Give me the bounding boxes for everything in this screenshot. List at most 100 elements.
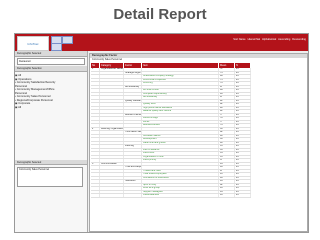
table-cell: [124, 173, 142, 176]
table-cell: 24: [235, 78, 251, 81]
table-cell: [124, 183, 142, 186]
table-cell: 24: [235, 159, 251, 162]
demographic-header: Demographic Selected: [15, 51, 87, 57]
table-cell: 54: [219, 152, 235, 155]
table-cell: 24: [235, 110, 251, 113]
table-cell: 56: [219, 148, 235, 151]
table-cell: 24: [235, 89, 251, 92]
table-cell: [124, 159, 142, 162]
table-cell: [100, 78, 124, 81]
table-cell: [100, 131, 124, 134]
table-cell: 76: [219, 124, 235, 127]
table-cell: [124, 134, 142, 137]
table-cell: [100, 169, 124, 172]
table-cell: [100, 120, 124, 123]
table-cell: [124, 169, 142, 172]
table-cell: [91, 183, 100, 186]
table-cell: 81: [219, 110, 235, 113]
table-cell: Quality Standards: [125, 99, 142, 102]
table-cell: [91, 110, 100, 113]
table-cell: [142, 113, 219, 116]
table-cell: 24: [235, 148, 251, 151]
table-cell: 24: [235, 75, 251, 78]
table-cell: 55: [219, 145, 235, 148]
page-title: Detail Report: [113, 6, 207, 23]
table-cell: [100, 159, 124, 162]
table-cell: [124, 138, 142, 141]
table-cell: Trusted and cited: [142, 169, 219, 172]
table-cell: 63: [219, 180, 235, 183]
table-cell: [142, 99, 219, 102]
alphabetical-option[interactable]: Alphabetical: [262, 38, 276, 41]
table-cell: 24: [235, 124, 251, 127]
table-cell: 60: [219, 141, 235, 144]
demographic-subheader: Demographic Selection: [15, 66, 87, 72]
table-row[interactable]: Views/balanced 63 24: [91, 194, 251, 198]
table-cell: 62: [219, 131, 235, 134]
table-cell: 24: [235, 180, 251, 183]
table-cell: 24: [235, 166, 251, 169]
table-cell: [91, 89, 100, 92]
table-cell: [100, 71, 124, 74]
report-panel: Demographic Factor Community Sales Perso…: [89, 53, 308, 232]
table-cell: [142, 145, 219, 148]
left-panel: Demographic Selected Restaurant Demograp…: [15, 51, 88, 232]
table-cell: 24: [235, 96, 251, 99]
toolbar-button-3[interactable]: [51, 43, 62, 51]
hierarchial-option[interactable]: Hierarchial: [248, 38, 260, 41]
table-cell: Development: [142, 138, 219, 141]
table-cell: [124, 106, 142, 109]
table-cell: [91, 120, 100, 123]
table-cell: 76: [219, 82, 235, 85]
table-cell: 24: [235, 82, 251, 85]
table-cell: Plans priority: [142, 159, 219, 162]
table-cell: 24: [235, 162, 251, 165]
table-cell: 58: [219, 127, 235, 130]
table-cell: 58: [219, 138, 235, 141]
table-cell: Organizational Values: [101, 68, 124, 71]
table-cell: 24: [235, 145, 251, 148]
table-cell: 24: [235, 194, 251, 197]
demographic-select[interactable]: Restaurant: [17, 58, 85, 65]
table-cell: Strategic Alignment: [125, 71, 142, 74]
table-cell: [124, 162, 142, 165]
logo: InfoTrac: [17, 36, 49, 51]
table-cell: 73: [219, 71, 235, 74]
table-cell: [100, 99, 124, 102]
table-cell: High performance standards: [142, 106, 219, 109]
table-cell: 24: [235, 120, 251, 123]
table-cell: [124, 96, 142, 99]
table-cell: [100, 190, 124, 193]
table-cell: [124, 78, 142, 81]
table-cell: Treat fellow employees: [142, 173, 219, 176]
table-cell: [100, 110, 124, 113]
table-cell: 67: [219, 169, 235, 172]
table-cell: [91, 148, 100, 151]
table-cell: [124, 187, 142, 190]
descending-option[interactable]: Descending: [292, 38, 306, 41]
table-cell: [124, 117, 142, 120]
table-cell: Do what is best: [142, 89, 219, 92]
table-cell: Results-oriented: [142, 124, 219, 127]
table-cell: [100, 141, 124, 144]
table-cell: [142, 166, 219, 169]
table-cell: Accountability: [124, 85, 142, 88]
table-cell: 24: [235, 68, 251, 71]
table-cell: [91, 166, 100, 169]
ascending-option[interactable]: Ascending: [278, 38, 290, 41]
table-cell: [91, 180, 100, 183]
table-cell: [124, 190, 142, 193]
table-cell: [100, 173, 124, 176]
table-cell: [91, 78, 100, 81]
table-cell: Balance quality and volume: [142, 110, 219, 113]
sort-name-label: Sort Name: [233, 38, 246, 41]
table-cell: 77: [219, 113, 235, 116]
table-cell: [142, 68, 219, 71]
table-cell: [124, 127, 142, 130]
table-cell: [142, 85, 219, 88]
table-cell: [91, 176, 100, 179]
selected-list[interactable]: Community Sales Personnel: [17, 167, 83, 187]
tree-item[interactable]: ▣ All: [15, 106, 87, 110]
table-cell: Value time and growth: [142, 141, 219, 144]
toolbar-button-2[interactable]: [62, 36, 73, 44]
